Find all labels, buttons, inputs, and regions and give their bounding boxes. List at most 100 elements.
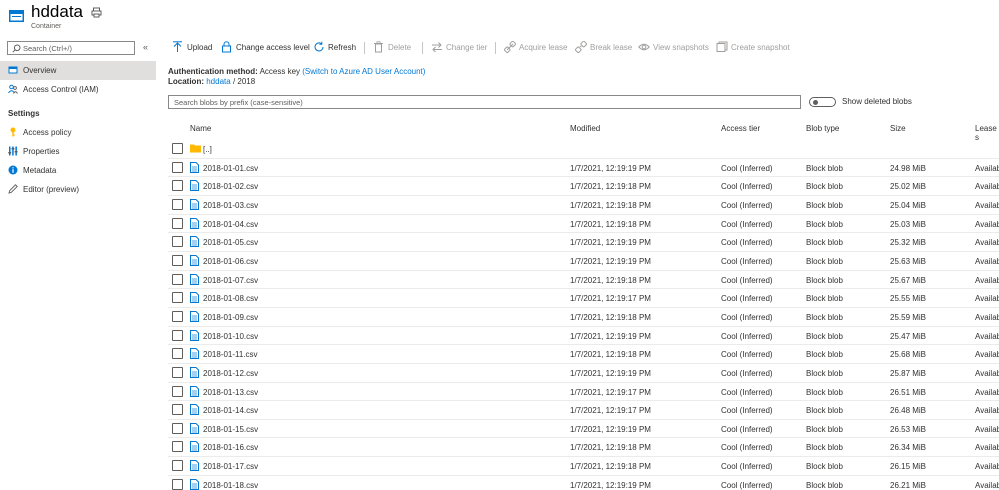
create-snapshot-button[interactable]: Create snapshot (716, 39, 790, 57)
sidebar-item-access-control[interactable]: Access Control (IAM) (0, 80, 156, 99)
table-row[interactable]: 2018-01-09.csv 1/7/2021, 12:19:18 PM Cool … (168, 308, 999, 327)
sidebar-item-label: Editor (preview) (23, 185, 80, 194)
row-checkbox[interactable] (172, 441, 183, 453)
blob-name[interactable]: 2018-01-05.csv (203, 238, 258, 247)
table-row[interactable]: 2018-01-06.csv 1/7/2021, 12:19:19 PM Cool … (168, 252, 999, 271)
blob-name[interactable]: 2018-01-01.csv (203, 164, 258, 173)
blob-size: 25.02 MiB (890, 182, 927, 192)
break-lease-button[interactable]: Break lease (575, 39, 632, 57)
blob-name[interactable]: 2018-01-14.csv (203, 406, 258, 415)
blob-name[interactable]: 2018-01-16.csv (203, 443, 258, 452)
column-header-blob-type[interactable]: Blob type (806, 124, 839, 133)
table-row[interactable]: 2018-01-08.csv 1/7/2021, 12:19:17 PM Cool … (168, 289, 999, 308)
delete-button[interactable]: Delete (373, 39, 411, 57)
blob-name[interactable]: 2018-01-17.csv (203, 462, 258, 471)
blob-size: 25.63 MiB (890, 256, 927, 266)
table-row[interactable]: 2018-01-10.csv 1/7/2021, 12:19:19 PM Cool … (168, 327, 999, 346)
column-header-size[interactable]: Size (890, 124, 906, 133)
change-tier-button[interactable]: Change tier (431, 39, 487, 57)
column-header-name[interactable]: Name (190, 124, 211, 133)
blob-size: 26.15 MiB (890, 462, 927, 472)
location-separator: / (232, 77, 236, 86)
sidebar-item-access-policy[interactable]: Access policy (0, 123, 156, 142)
row-checkbox[interactable] (172, 143, 183, 154)
sidebar-item-metadata[interactable]: Metadata (0, 161, 156, 180)
blob-name[interactable]: 2018-01-10.csv (203, 332, 258, 341)
table-row[interactable]: 2018-01-03.csv 1/7/2021, 12:19:18 PM Cool … (168, 196, 999, 215)
change-access-level-button[interactable]: Change access level (221, 39, 310, 57)
blob-name[interactable]: 2018-01-11.csv (203, 350, 258, 359)
blob-name[interactable]: 2018-01-15.csv (203, 425, 258, 434)
table-row[interactable]: 2018-01-07.csv 1/7/2021, 12:19:18 PM Cool … (168, 271, 999, 290)
row-checkbox[interactable] (172, 366, 183, 378)
row-checkbox[interactable] (172, 329, 183, 341)
table-row[interactable]: 2018-01-18.csv 1/7/2021, 12:19:19 PM Cool … (168, 476, 999, 490)
view-snapshots-button[interactable]: View snapshots (638, 39, 709, 57)
blob-name[interactable]: 2018-01-07.csv (203, 276, 258, 285)
collapse-sidebar-button[interactable]: « (143, 42, 148, 52)
show-deleted-toggle[interactable] (809, 97, 836, 107)
table-row[interactable]: 2018-01-01.csv 1/7/2021, 12:19:19 PM Cool … (168, 159, 999, 178)
table-row[interactable]: 2018-01-05.csv 1/7/2021, 12:19:19 PM Cool … (168, 233, 999, 252)
location-folder: 2018 (237, 77, 256, 86)
row-checkbox[interactable] (172, 310, 183, 322)
blob-modified: 1/7/2021, 12:19:19 PM (570, 256, 651, 266)
blob-name[interactable]: 2018-01-06.csv (203, 257, 258, 266)
sidebar-item-overview[interactable]: Overview (0, 61, 156, 80)
parent-directory-link[interactable]: [..] (203, 145, 212, 154)
table-row[interactable]: 2018-01-04.csv 1/7/2021, 12:19:18 PM Cool … (168, 215, 999, 234)
sidebar-search-input[interactable]: Search (Ctrl+/) (7, 41, 135, 55)
row-checkbox[interactable] (172, 254, 183, 266)
acquire-lease-button[interactable]: Acquire lease (504, 39, 567, 57)
blob-name[interactable]: 2018-01-02.csv (203, 182, 258, 191)
blob-name[interactable]: 2018-01-09.csv (203, 313, 258, 322)
refresh-button[interactable]: Refresh (313, 39, 356, 57)
row-checkbox[interactable] (172, 273, 183, 285)
row-checkbox[interactable] (172, 478, 183, 490)
row-checkbox[interactable] (172, 348, 183, 360)
sidebar-item-properties[interactable]: Properties (0, 142, 156, 161)
row-checkbox[interactable] (172, 180, 183, 192)
table-row[interactable]: 2018-01-13.csv 1/7/2021, 12:19:17 PM Cool … (168, 383, 999, 402)
blob-size: 25.55 MiB (890, 294, 927, 304)
blob-name[interactable]: 2018-01-12.csv (203, 369, 258, 378)
blob-name[interactable]: 2018-01-08.csv (203, 294, 258, 303)
sidebar-item-editor[interactable]: Editor (preview) (0, 180, 156, 199)
row-checkbox[interactable] (172, 236, 183, 248)
row-checkbox[interactable] (172, 385, 183, 397)
row-checkbox[interactable] (172, 422, 183, 434)
table-row[interactable]: 2018-01-15.csv 1/7/2021, 12:19:19 PM Cool … (168, 420, 999, 439)
blob-name[interactable]: 2018-01-03.csv (203, 201, 258, 210)
blob-name[interactable]: 2018-01-13.csv (203, 388, 258, 397)
switch-auth-link[interactable]: (Switch to Azure AD User Account) (302, 67, 425, 76)
page-title: hddata (31, 2, 83, 21)
table-row[interactable]: 2018-01-16.csv 1/7/2021, 12:19:18 PM Cool … (168, 438, 999, 458)
blob-modified: 1/7/2021, 12:19:19 PM (570, 163, 651, 173)
row-checkbox[interactable] (172, 161, 183, 173)
blob-prefix-search-input[interactable]: Search blobs by prefix (case-sensitive) (168, 95, 801, 109)
table-row[interactable]: 2018-01-11.csv 1/7/2021, 12:19:18 PM Cool … (168, 345, 999, 364)
blob-access-tier: Cool (Inferred) (721, 368, 773, 378)
column-header-modified[interactable]: Modified (570, 124, 600, 133)
upload-button[interactable]: Upload (172, 39, 212, 57)
table-row[interactable]: 2018-01-12.csv 1/7/2021, 12:19:19 PM Cool … (168, 364, 999, 383)
table-row-parent[interactable]: [..] (168, 140, 999, 159)
blob-access-tier: Cool (Inferred) (721, 480, 773, 490)
table-row[interactable]: 2018-01-14.csv 1/7/2021, 12:19:17 PM Cool … (168, 401, 999, 420)
row-checkbox[interactable] (172, 460, 183, 472)
location-container-link[interactable]: hddata (206, 77, 230, 86)
row-checkbox[interactable] (172, 199, 183, 210)
print-icon[interactable] (91, 7, 102, 18)
table-row[interactable]: 2018-01-17.csv 1/7/2021, 12:19:18 PM Cool … (168, 457, 999, 476)
blob-lease-state: Availab (975, 275, 999, 285)
row-checkbox[interactable] (172, 292, 183, 304)
file-icon (190, 199, 199, 210)
table-row[interactable]: 2018-01-02.csv 1/7/2021, 12:19:18 PM Cool … (168, 177, 999, 197)
blob-type: Block blob (806, 201, 843, 210)
blob-name[interactable]: 2018-01-04.csv (203, 220, 258, 229)
blob-modified: 1/7/2021, 12:19:17 PM (570, 387, 651, 397)
row-checkbox[interactable] (172, 217, 183, 229)
row-checkbox[interactable] (172, 404, 183, 416)
column-header-access-tier[interactable]: Access tier (721, 124, 760, 133)
blob-name[interactable]: 2018-01-18.csv (203, 481, 258, 490)
